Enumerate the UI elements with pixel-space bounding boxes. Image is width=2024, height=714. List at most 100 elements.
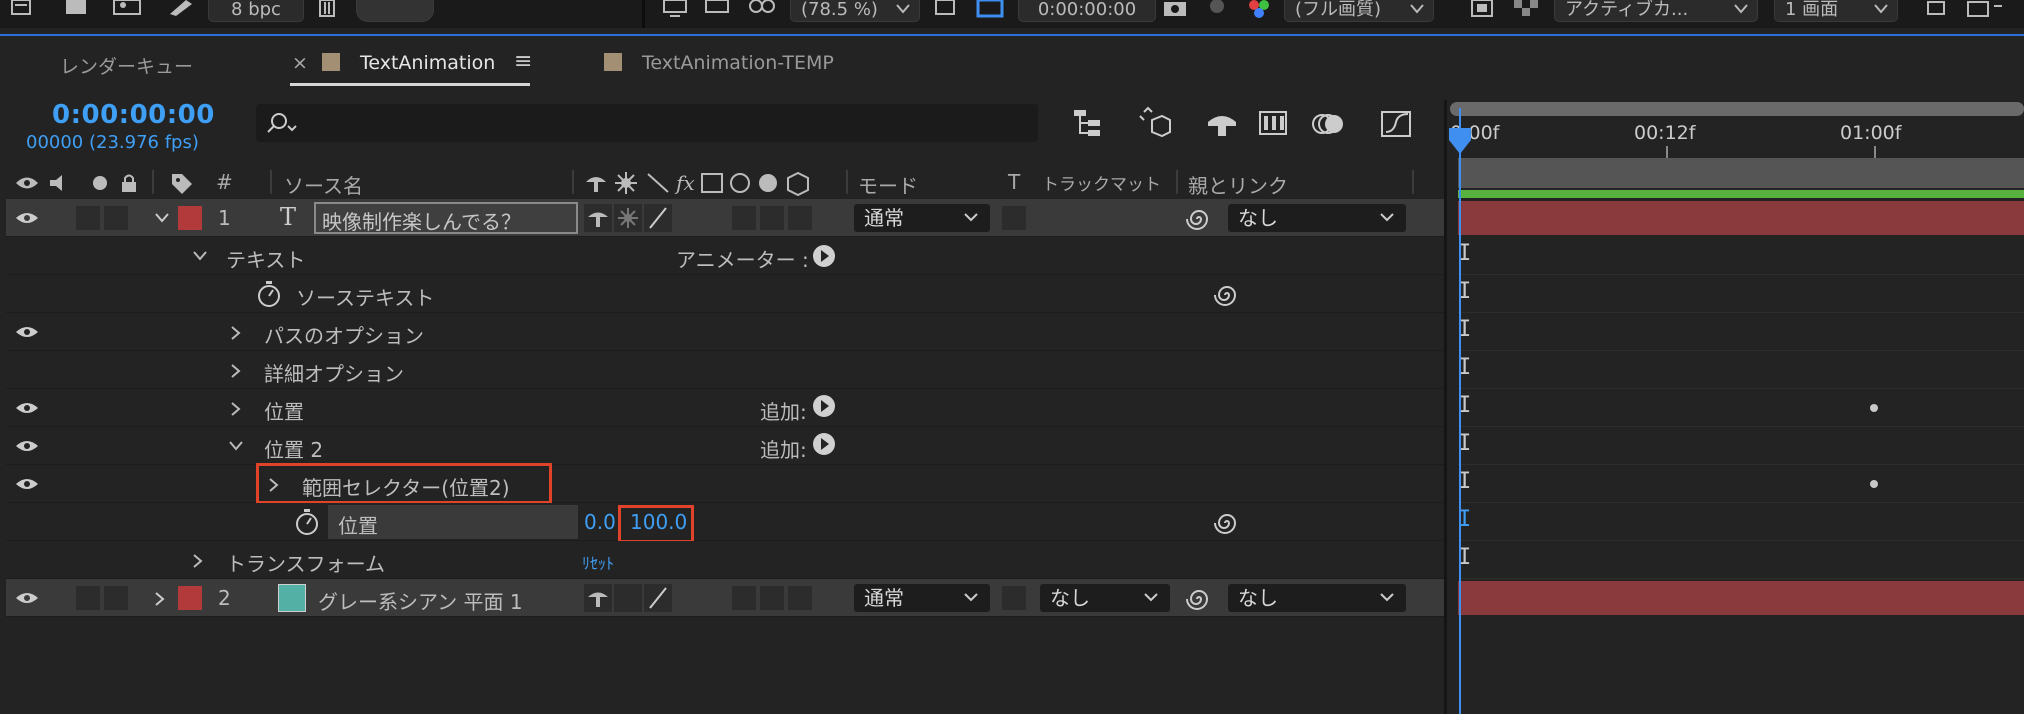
motion-blur-switch[interactable]: [732, 586, 756, 610]
property-row-source-text[interactable]: ソーステキスト: [6, 275, 1444, 313]
lock-switch[interactable]: [104, 206, 128, 230]
layer-row-1[interactable]: 1 T 映像制作楽しんでる？ 通常 なし: [6, 199, 1444, 237]
region-icon[interactable]: [972, 0, 1012, 22]
tab-close-icon[interactable]: ×: [292, 52, 308, 74]
frame-blending-icon[interactable]: [1256, 106, 1294, 142]
layer-search-input[interactable]: [304, 108, 1028, 138]
toggle-mask-icon[interactable]: [1470, 0, 1498, 22]
transparency-grid-icon[interactable]: [1512, 0, 1544, 22]
visibility-eye-icon[interactable]: [14, 398, 40, 418]
zoom-dropdown[interactable]: (78.5 %): [790, 0, 920, 22]
expression-pick-whip-icon[interactable]: [1214, 282, 1240, 308]
chevron-down-icon[interactable]: [228, 440, 244, 452]
column-header-track-matte[interactable]: トラックマット: [1042, 170, 1161, 195]
tab-textanimation[interactable]: TextAnimation: [360, 52, 495, 74]
stopwatch-icon[interactable]: [256, 280, 282, 308]
layer-duration-bar-1[interactable]: [1458, 201, 2024, 235]
preserve-transparency-switch[interactable]: [1002, 206, 1026, 230]
parent-dropdown[interactable]: なし: [1228, 584, 1406, 612]
adjustment-switch[interactable]: [760, 206, 784, 230]
current-time-indicator-line[interactable]: [1459, 108, 1461, 714]
property-row-position[interactable]: 位置 0.0 100.0: [6, 503, 1444, 541]
property-row-text[interactable]: テキスト アニメーター :: [6, 237, 1444, 275]
visibility-eye-icon[interactable]: [14, 588, 40, 608]
comp-timecode[interactable]: 0:00:00:00: [52, 100, 215, 130]
visibility-eye-icon[interactable]: [14, 208, 40, 228]
chevron-right-icon[interactable]: [192, 553, 204, 569]
brush-icon[interactable]: [166, 0, 198, 22]
property-row-transform[interactable]: トランスフォーム ﾘｾｯﾄ: [6, 541, 1444, 579]
3d-layer-switch[interactable]: [788, 206, 812, 230]
chevron-right-icon[interactable]: [154, 591, 166, 607]
track-matte-dropdown[interactable]: なし: [1040, 584, 1170, 612]
channel-icon[interactable]: [1244, 0, 1278, 22]
graph-editor-icon[interactable]: [1378, 106, 1416, 142]
pick-whip-icon[interactable]: [1186, 586, 1212, 612]
preserve-transparency-switch[interactable]: [1002, 586, 1026, 610]
tab-render-queue[interactable]: レンダーキュー: [60, 52, 193, 79]
property-row-path-options[interactable]: パスのオプション: [6, 313, 1444, 351]
layer-switches[interactable]: [584, 204, 684, 232]
layout-icon[interactable]: [1924, 0, 1954, 22]
label-color-red[interactable]: [178, 586, 202, 610]
chevron-down-icon[interactable]: [192, 250, 208, 262]
blend-mode-dropdown[interactable]: 通常: [854, 584, 990, 612]
share-icon[interactable]: [1964, 0, 2024, 22]
keyframe-marker[interactable]: [1870, 480, 1878, 488]
display-icon[interactable]: [702, 0, 736, 22]
quality-dropdown[interactable]: (フル画質): [1284, 0, 1434, 22]
adjustment-switch[interactable]: [760, 586, 784, 610]
chevron-right-icon[interactable]: [230, 325, 242, 341]
pick-whip-icon[interactable]: [1186, 206, 1212, 232]
animator-play-icon[interactable]: [812, 244, 836, 268]
camera-icon[interactable]: [1160, 0, 1194, 22]
property-row-animator-position[interactable]: 位置 追加:: [6, 389, 1444, 427]
column-header-mode[interactable]: モード: [858, 170, 918, 199]
time-navigator-bar[interactable]: [1450, 102, 2024, 116]
layer-name-field[interactable]: 映像制作楽しんでる？: [314, 202, 578, 234]
quality-switch[interactable]: [644, 584, 674, 612]
camera-view-dropdown[interactable]: アクティブカ...: [1554, 0, 1758, 22]
visibility-eye-icon[interactable]: [14, 322, 40, 342]
keyframe-marker[interactable]: [1870, 404, 1878, 412]
views-dropdown[interactable]: 1 画面: [1774, 0, 1898, 22]
parent-dropdown[interactable]: なし: [1228, 204, 1406, 232]
layer-search-field[interactable]: [256, 104, 1038, 142]
position-x-value[interactable]: 0.0: [584, 510, 616, 534]
chevron-right-icon[interactable]: [230, 401, 242, 417]
property-row-more-options[interactable]: 詳細オプション: [6, 351, 1444, 389]
chevron-down-icon[interactable]: [154, 212, 170, 224]
label-color-red[interactable]: [178, 206, 202, 230]
label-tag-icon[interactable]: [170, 172, 194, 194]
visibility-eye-icon[interactable]: [14, 436, 40, 456]
motion-blur-icon[interactable]: [1310, 106, 1348, 142]
time-ruler[interactable]: 0:00f 00:12f 01:00f: [1450, 118, 2024, 158]
solo-switch[interactable]: [76, 206, 100, 230]
playhead-icon[interactable]: [1447, 126, 1473, 156]
motion-blur-switch[interactable]: [732, 206, 756, 230]
lock-switch[interactable]: [104, 586, 128, 610]
layer-row-2[interactable]: 2 グレー系シアン 平面 1 通常 なし なし: [6, 579, 1444, 617]
shy-layers-icon[interactable]: [1204, 106, 1242, 142]
blend-mode-dropdown[interactable]: 通常: [854, 204, 990, 232]
image-icon[interactable]: [112, 0, 146, 22]
expression-pick-whip-icon[interactable]: [1214, 510, 1240, 536]
add-property-play-icon[interactable]: [812, 432, 836, 456]
render-queue-icon[interactable]: [0, 0, 36, 22]
exposure-icon[interactable]: [1202, 0, 1236, 22]
add-property-play-icon[interactable]: [812, 394, 836, 418]
draft-3d-icon[interactable]: [1136, 106, 1174, 142]
solo-switch[interactable]: [76, 586, 100, 610]
current-time-field[interactable]: 0:00:00:00: [1018, 0, 1156, 22]
transform-reset-link[interactable]: ﾘｾｯﾄ: [582, 550, 614, 574]
stop-icon[interactable]: [64, 0, 92, 22]
layer-name[interactable]: グレー系シアン 平面 1: [318, 586, 523, 615]
comp-flowchart-icon[interactable]: [1070, 106, 1108, 142]
column-header-parent[interactable]: 親とリンク: [1188, 170, 1288, 199]
stopwatch-icon[interactable]: [294, 508, 320, 536]
column-header-source-name[interactable]: ソース名: [284, 170, 363, 199]
property-row-animator-position-2[interactable]: 位置 2 追加:: [6, 427, 1444, 465]
chevron-right-icon[interactable]: [230, 363, 242, 379]
property-row-range-selector[interactable]: 範囲セレクター(位置2): [6, 465, 1444, 503]
layer-duration-bar-2[interactable]: [1458, 581, 2024, 615]
